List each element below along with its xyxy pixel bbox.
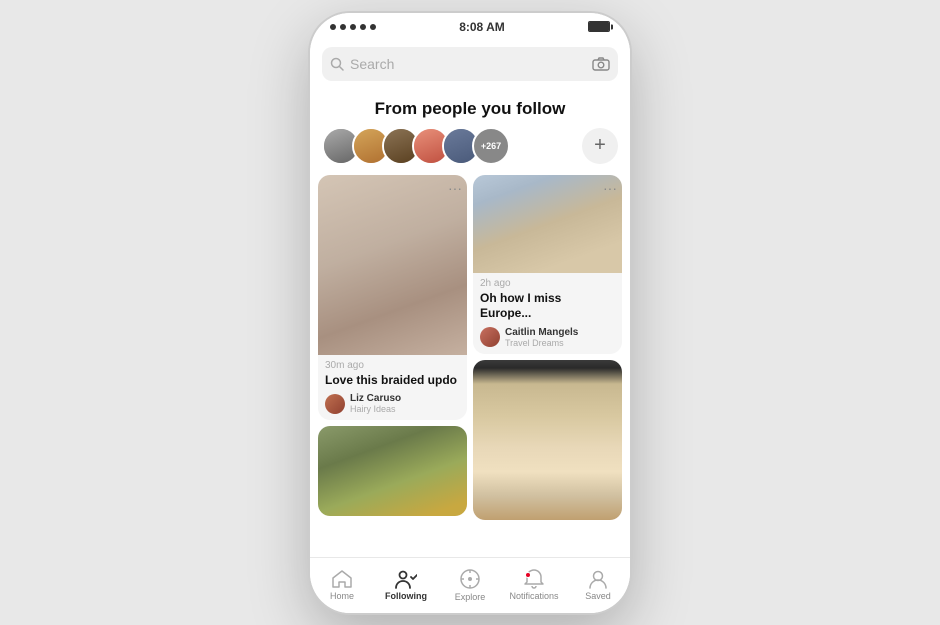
pin-title: Oh how I miss Europe...	[480, 291, 615, 322]
nav-label-saved: Saved	[585, 591, 611, 601]
pin-image-brussels	[318, 426, 467, 516]
pin-board-name: Travel Dreams	[505, 338, 578, 348]
pin-author-info: Caitlin Mangels Travel Dreams	[505, 327, 578, 348]
nav-item-saved[interactable]: Saved	[566, 569, 630, 601]
home-icon	[331, 569, 353, 589]
pin-card: 2h ago Oh how I miss Europe... Caitlin M…	[473, 175, 622, 354]
pin-image-braid	[318, 175, 467, 355]
nav-item-explore[interactable]: Explore	[438, 568, 502, 602]
pin-image-europe	[473, 175, 622, 273]
nav-label-explore: Explore	[455, 592, 486, 602]
notifications-icon	[523, 569, 545, 589]
search-bar[interactable]: Search	[322, 47, 618, 81]
pin-author-name: Caitlin Mangels	[505, 327, 578, 338]
nav-label-notifications: Notifications	[509, 591, 558, 601]
nav-item-following[interactable]: Following	[374, 569, 438, 601]
section-title: From people you follow	[375, 99, 566, 118]
nav-label-following: Following	[385, 591, 427, 601]
nav-item-notifications[interactable]: Notifications	[502, 569, 566, 601]
search-bar-container: Search	[310, 41, 630, 89]
search-placeholder: Search	[350, 56, 586, 72]
pin-card-dining[interactable]	[473, 360, 622, 520]
pin-author-row: Caitlin Mangels Travel Dreams	[480, 327, 615, 348]
search-icon	[330, 57, 344, 71]
phone-frame: 8:08 AM Search	[310, 13, 630, 613]
status-bar: 8:08 AM	[310, 13, 630, 41]
camera-icon[interactable]	[592, 57, 610, 71]
pin-column-right: 2h ago Oh how I miss Europe... Caitlin M…	[473, 175, 622, 557]
add-following-button[interactable]: +	[582, 128, 618, 164]
main-content: From people you follow +	[310, 89, 630, 557]
bottom-navigation: Home Following	[310, 557, 630, 613]
pin-author-avatar	[480, 327, 500, 347]
signal-dots	[330, 24, 376, 30]
pin-image-dining	[473, 360, 622, 520]
pin-time: 2h ago	[480, 278, 615, 289]
pin-card: 30m ago Love this braided updo Liz Carus…	[318, 175, 467, 421]
following-avatars-row: +267 +	[310, 127, 630, 175]
pin-more-button[interactable]: ···	[603, 180, 617, 196]
following-icon	[395, 569, 417, 589]
avatar-count[interactable]: +267	[472, 127, 510, 165]
pin-card-brussels[interactable]	[318, 426, 467, 516]
saved-icon	[587, 569, 609, 589]
avatars-group: +267	[322, 127, 502, 165]
pin-column-left: 30m ago Love this braided updo Liz Carus…	[318, 175, 467, 557]
nav-item-home[interactable]: Home	[310, 569, 374, 601]
status-time: 8:08 AM	[459, 20, 505, 34]
explore-icon	[459, 568, 481, 590]
section-header: From people you follow	[310, 89, 630, 127]
pin-info: 2h ago Oh how I miss Europe... Caitlin M…	[473, 273, 622, 354]
pin-card-europe[interactable]: 2h ago Oh how I miss Europe... Caitlin M…	[473, 175, 622, 354]
battery-indicator	[588, 21, 610, 32]
pins-grid: 30m ago Love this braided updo Liz Carus…	[310, 175, 630, 557]
pin-more-button[interactable]: ···	[448, 180, 462, 196]
nav-label-home: Home	[330, 591, 354, 601]
pin-card-braid[interactable]: 30m ago Love this braided updo Liz Carus…	[318, 175, 467, 421]
